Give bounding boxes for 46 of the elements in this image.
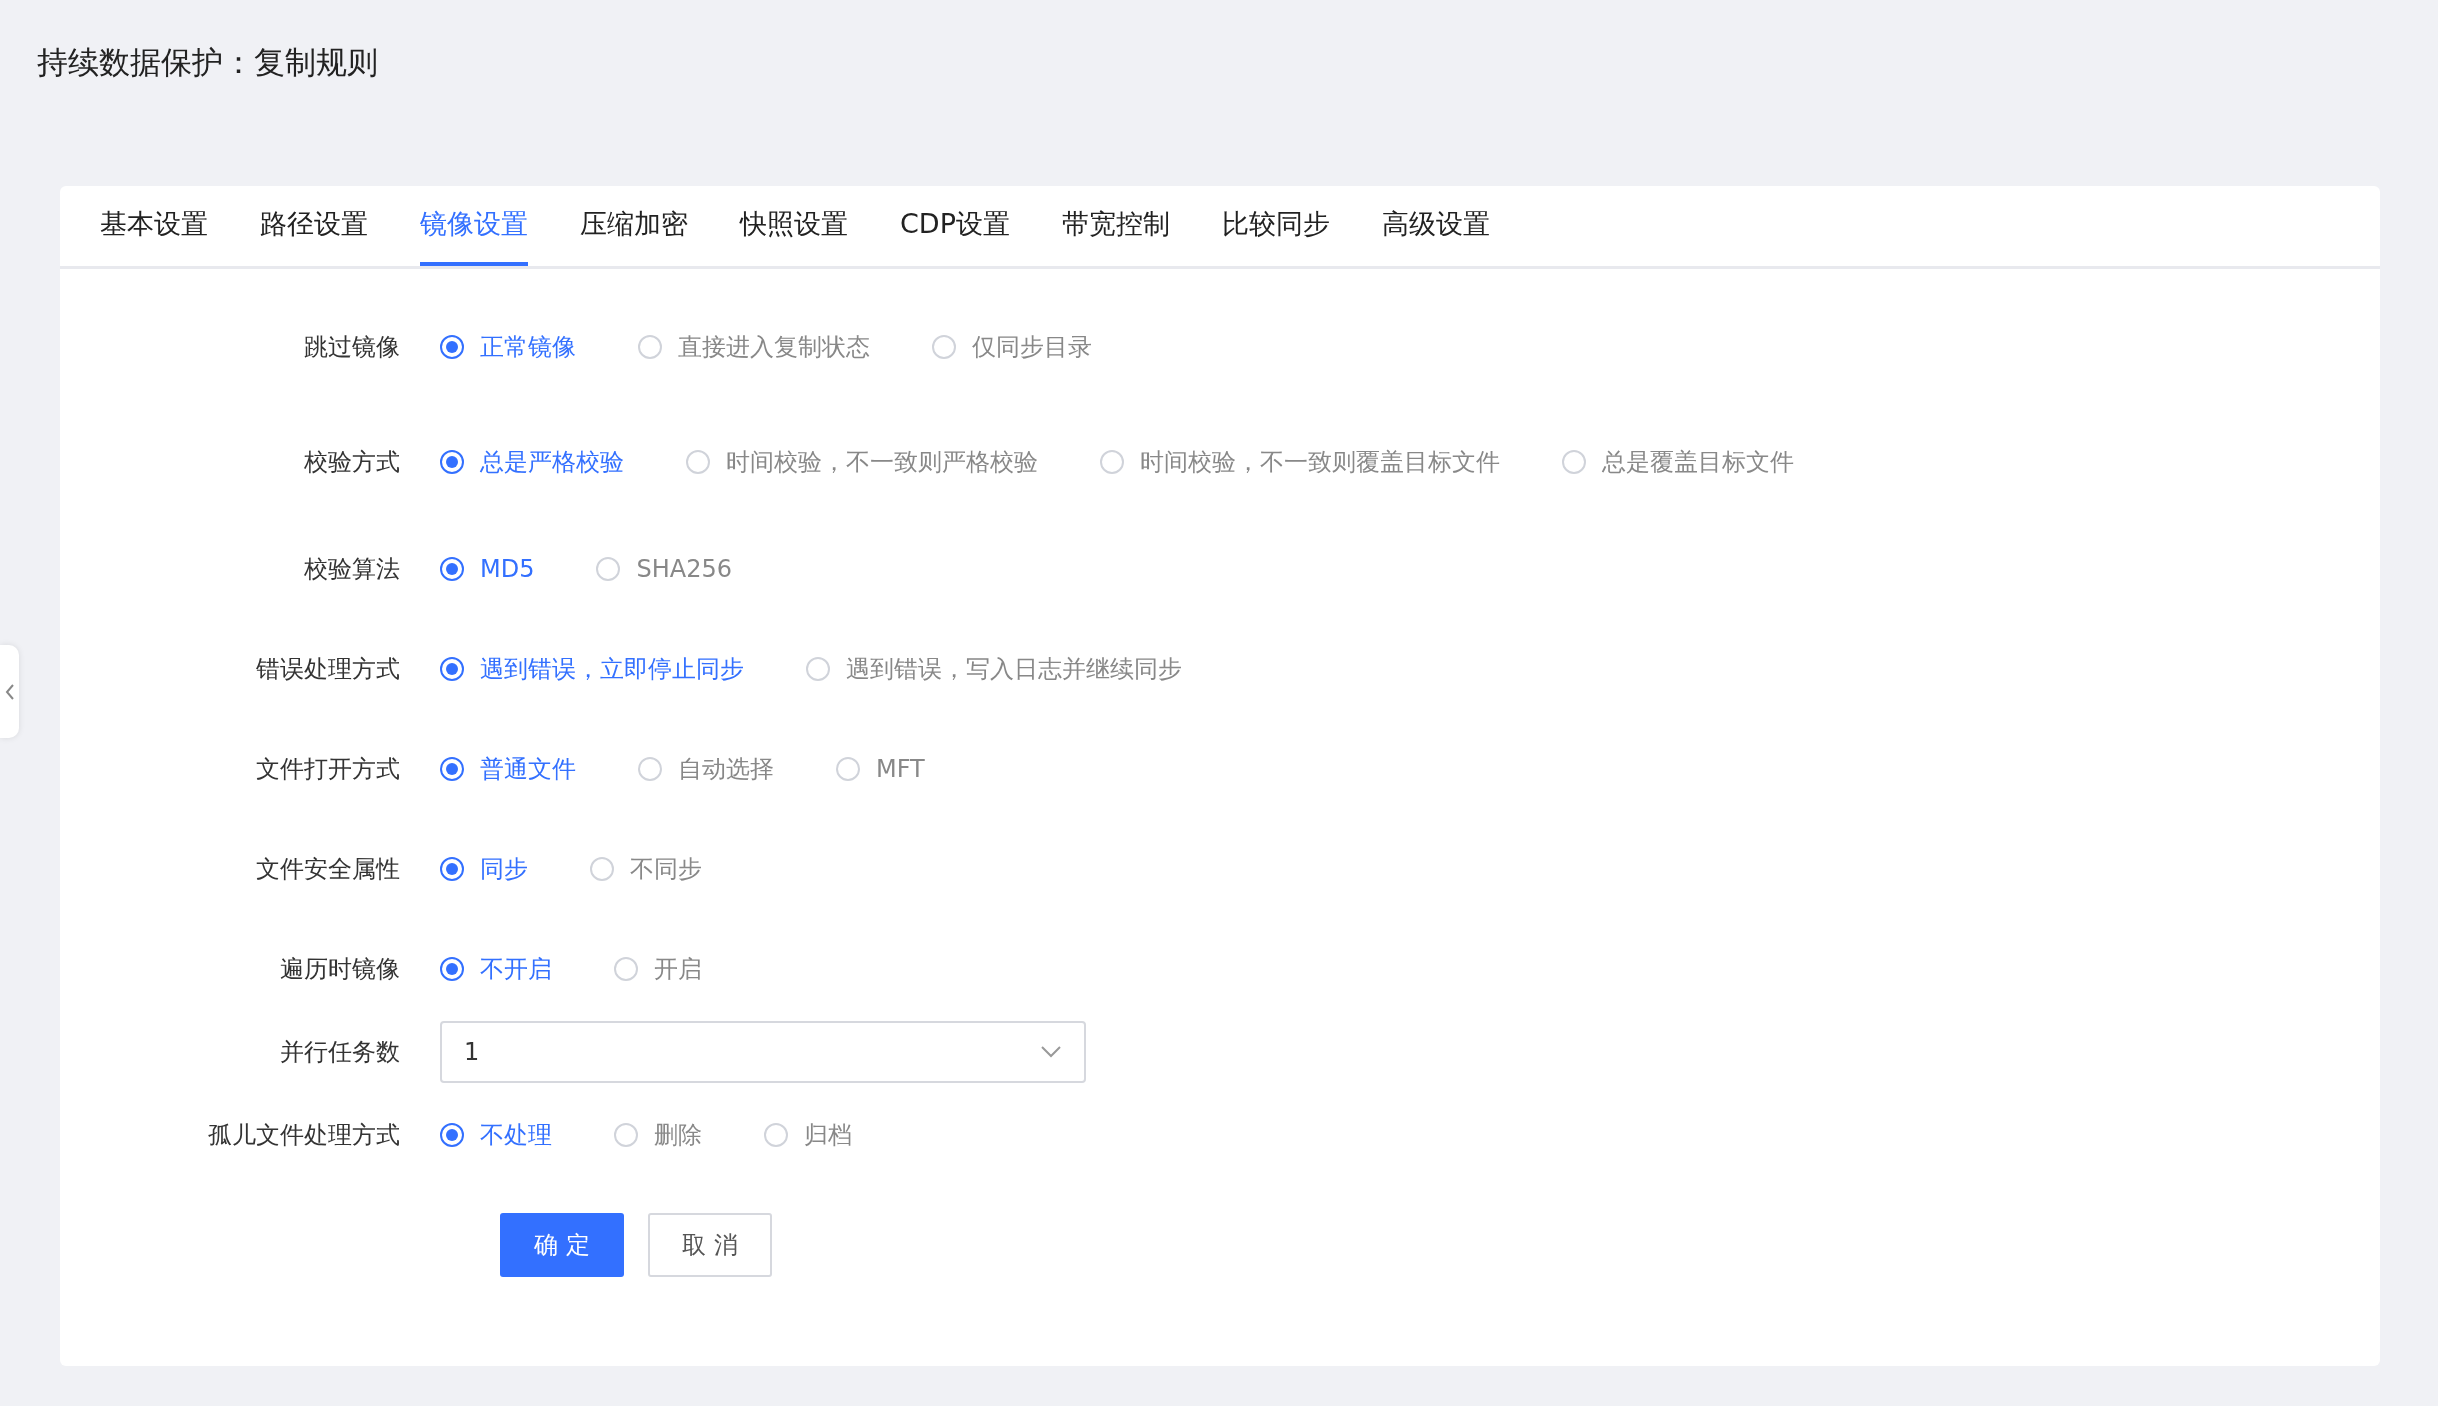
tab[interactable]: CDP设置: [900, 186, 1010, 266]
field-label: 孤儿文件处理方式: [207, 1120, 401, 1151]
radio-option[interactable]: 删除: [614, 1119, 702, 1151]
tab[interactable]: 镜像设置: [420, 186, 528, 266]
radio-option[interactable]: 时间校验，不一致则覆盖目标文件: [1100, 445, 1500, 478]
field-label: 跳过镜像: [303, 331, 401, 363]
radio-option[interactable]: 不开启: [440, 953, 552, 985]
radio-option[interactable]: 总是覆盖目标文件: [1562, 445, 1794, 478]
field-label: 并行任务数: [279, 1037, 401, 1068]
radio-option[interactable]: 遇到错误，写入日志并继续同步: [806, 653, 1182, 685]
tab[interactable]: 路径设置: [260, 186, 368, 266]
cancel-button[interactable]: 取 消: [648, 1213, 772, 1277]
tab[interactable]: 带宽控制: [1061, 186, 1170, 266]
tab[interactable]: 比较同步: [1221, 186, 1330, 266]
confirm-button[interactable]: 确 定: [500, 1213, 624, 1277]
radio-option[interactable]: 不同步: [590, 853, 702, 885]
radio-option[interactable]: 开启: [614, 953, 702, 985]
radio-option[interactable]: 同步: [440, 853, 528, 885]
radio-option[interactable]: 正常镜像: [440, 330, 576, 363]
tab[interactable]: 基本设置: [100, 186, 208, 266]
radio-option[interactable]: 时间校验，不一致则严格校验: [686, 445, 1038, 478]
field-label: 遍历时镜像: [279, 954, 401, 985]
radio-option[interactable]: 遇到错误，立即停止同步: [440, 653, 744, 685]
collapse-handle[interactable]: [0, 645, 19, 738]
radio-option[interactable]: 直接进入复制状态: [638, 330, 870, 363]
radio-option[interactable]: 自动选择: [638, 753, 774, 785]
radio-option[interactable]: SHA256: [596, 555, 732, 583]
select-field[interactable]: 1: [440, 1021, 1086, 1083]
field-label: 校验算法: [303, 554, 401, 585]
field-label: 文件安全属性: [255, 854, 401, 885]
chevron-left-icon: [4, 682, 15, 701]
radio-option[interactable]: MD5: [440, 555, 535, 583]
tab[interactable]: 压缩加密: [580, 186, 688, 266]
radio-option[interactable]: 仅同步目录: [932, 330, 1092, 363]
field-label: 校验方式: [303, 446, 401, 478]
radio-option[interactable]: 普通文件: [440, 753, 576, 785]
tab[interactable]: 高级设置: [1381, 186, 1490, 266]
radio-option[interactable]: 归档: [764, 1119, 852, 1151]
radio-option[interactable]: MFT: [836, 755, 925, 783]
radio-option[interactable]: 不处理: [440, 1119, 552, 1151]
field-label: 文件打开方式: [255, 754, 401, 785]
radio-option[interactable]: 总是严格校验: [440, 445, 624, 478]
field-label: 错误处理方式: [255, 654, 401, 685]
chevron-down-icon: [1040, 1045, 1062, 1059]
page-title: 持续数据保护：复制规则: [37, 43, 378, 82]
tab[interactable]: 快照设置: [740, 186, 848, 266]
